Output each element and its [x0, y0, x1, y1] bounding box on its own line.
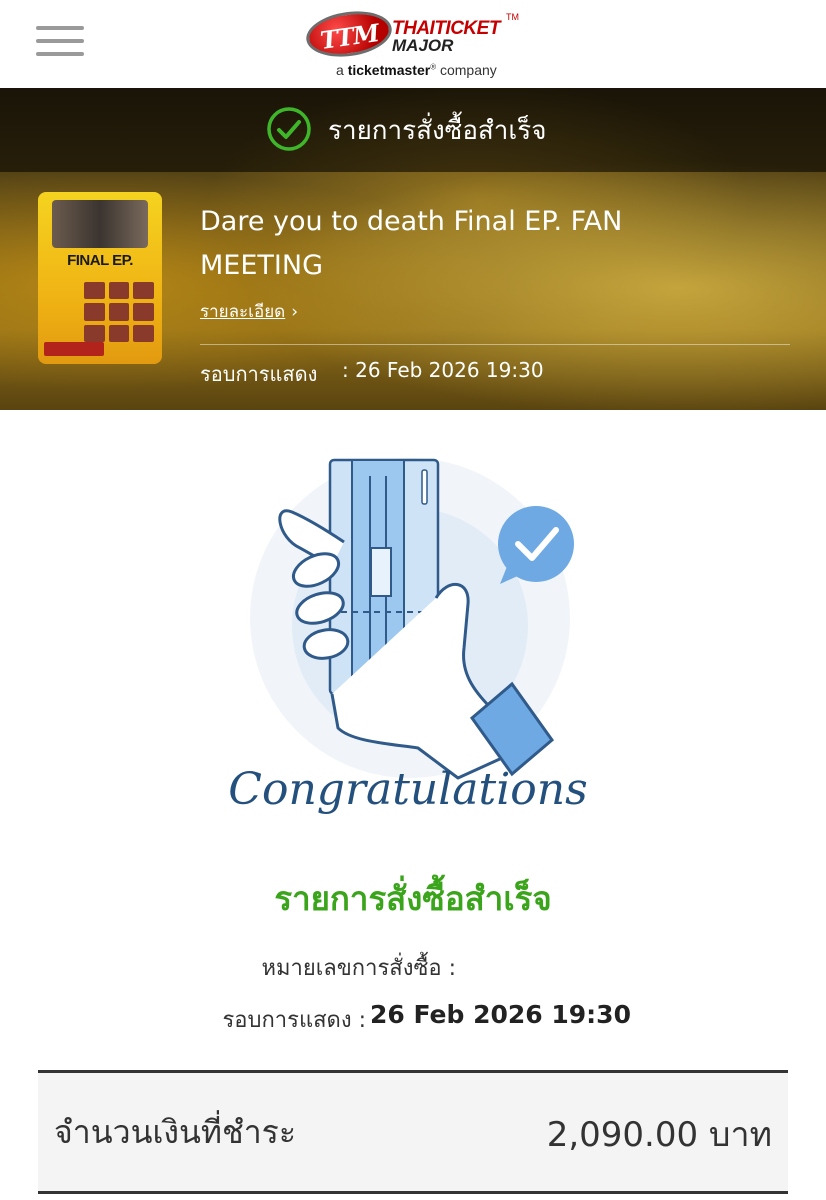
- showtime-row-label: รอบการแสดง :: [222, 1008, 366, 1033]
- event-title: Dare you to death Final EP. FAN MEETING: [200, 206, 623, 281]
- payment-label: จำนวนเงินที่ชำระ: [54, 1113, 297, 1151]
- event-details-link[interactable]: รายละเอียด ›: [200, 298, 298, 325]
- congratulations-caption: Congratulations: [228, 764, 587, 815]
- poster-date-bar: [44, 342, 104, 356]
- poster-artists-image: [52, 200, 148, 248]
- logo-badge: TTM: [303, 6, 395, 62]
- check-circle-icon: [267, 107, 311, 151]
- chevron-right-icon: ›: [291, 302, 299, 322]
- showtime-row-value: 26 Feb 2026 19:30: [370, 1000, 631, 1029]
- status-strip: รายการสั่งซื้อสำเร็จ: [0, 88, 826, 172]
- details-link-label: รายละเอียด: [200, 302, 286, 322]
- event-banner: รายการสั่งซื้อสำเร็จ FINAL EP. Dare you …: [0, 88, 826, 410]
- poster-title: FINAL EP.: [67, 252, 133, 269]
- showtime-label: รอบการแสดง: [200, 362, 318, 386]
- logo-trademark: TM: [506, 12, 519, 22]
- hamburger-menu-icon[interactable]: [36, 26, 84, 58]
- payment-amount: 2,090.00 บาท: [546, 1115, 772, 1155]
- payment-summary: จำนวนเงินที่ชำระ 2,090.00 บาท: [38, 1070, 788, 1194]
- event-poster[interactable]: FINAL EP.: [38, 192, 162, 364]
- top-header: TTM THAITICKET MAJOR TM a ticketmaster® …: [0, 0, 826, 89]
- success-title: รายการสั่งซื้อสำเร็จ: [274, 879, 552, 918]
- showtime-value: : 26 Feb 2026 19:30: [342, 358, 544, 382]
- thaiticket-major-logo[interactable]: TTM THAITICKET MAJOR TM a ticketmaster® …: [303, 6, 526, 82]
- logo-tagline: a ticketmaster® company: [336, 62, 497, 78]
- logo-word-major: MAJOR: [392, 36, 454, 55]
- divider: [200, 344, 790, 345]
- poster-cast-grid: [84, 282, 154, 342]
- status-title: รายการสั่งซื้อสำเร็จ: [328, 116, 547, 146]
- hand-holding-ticket-icon: Congratulations: [228, 458, 588, 815]
- order-number-label: หมายเลขการสั่งซื้อ :: [261, 956, 457, 981]
